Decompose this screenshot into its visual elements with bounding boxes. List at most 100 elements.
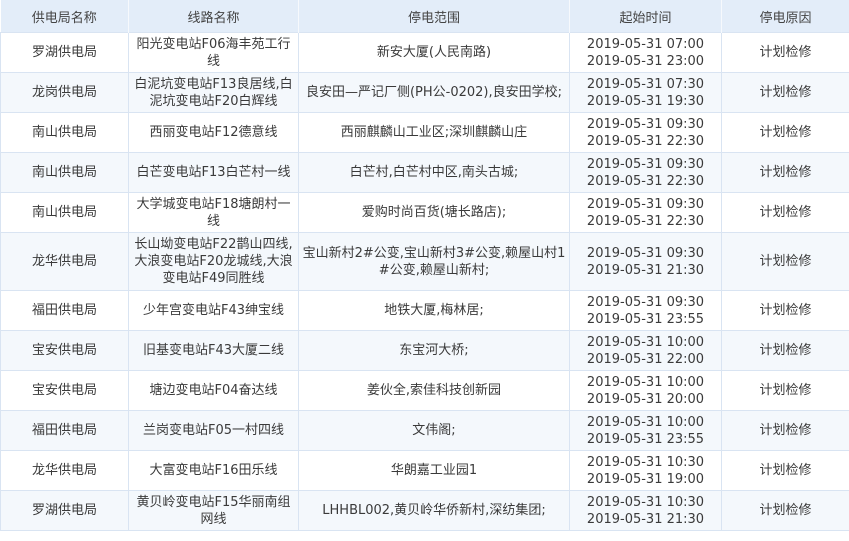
cell-line: 塘边变电站F04奋达线 (128, 370, 299, 411)
end-time: 2019-05-31 23:55 (586, 311, 705, 327)
start-time: 2019-05-31 10:30 (586, 454, 705, 470)
cell-scope: 新安大厦(人民南路) (298, 32, 570, 73)
cell-reason: 计划检修 (721, 410, 849, 451)
end-time: 2019-05-31 22:00 (586, 351, 705, 367)
cell-scope: 良安田—严记厂侧(PH公-0202),良安田学校; (298, 72, 570, 113)
start-time: 2019-05-31 10:30 (586, 494, 705, 510)
header-scope[interactable]: 停电范围 (298, 0, 570, 33)
end-time: 2019-05-31 23:00 (586, 53, 705, 69)
table-row: 南山供电局 白芒变电站F13白芒村一线 白芒村,白芒村中区,南头古城; 2019… (0, 152, 849, 193)
cell-bureau: 福田供电局 (0, 410, 129, 451)
end-time: 2019-05-31 21:30 (586, 262, 705, 278)
cell-line: 长山坳变电站F22鹊山四线,大浪变电站F20龙城线,大浪变电站F49同胜线 (128, 232, 299, 291)
cell-reason: 计划检修 (721, 370, 849, 411)
cell-bureau: 龙岗供电局 (0, 72, 129, 113)
table-row: 福田供电局 兰岗变电站F05一村四线 文伟阁; 2019-05-31 10:00… (0, 410, 849, 451)
cell-time: 2019-05-31 10:00 2019-05-31 22:00 (569, 330, 722, 371)
end-time: 2019-05-31 22:30 (586, 213, 705, 229)
cell-bureau: 罗湖供电局 (0, 490, 129, 531)
cell-reason: 计划检修 (721, 152, 849, 193)
cell-reason: 计划检修 (721, 290, 849, 331)
cell-line: 少年宫变电站F43绅宝线 (128, 290, 299, 331)
table-row: 罗湖供电局 黄贝岭变电站F15华丽南组网线 LHHBL002,黄贝岭华侨新村,深… (0, 490, 849, 531)
header-row: 供电局名称 线路名称 停电范围 起始时间 停电原因 (0, 0, 849, 33)
end-time: 2019-05-31 20:00 (586, 391, 705, 407)
cell-bureau: 龙华供电局 (0, 450, 129, 491)
header-start-time[interactable]: 起始时间 (569, 0, 722, 33)
cell-line: 黄贝岭变电站F15华丽南组网线 (128, 490, 299, 531)
cell-bureau: 南山供电局 (0, 152, 129, 193)
start-time: 2019-05-31 10:00 (586, 334, 705, 350)
cell-bureau: 南山供电局 (0, 112, 129, 153)
start-time: 2019-05-31 09:30 (586, 245, 705, 261)
cell-reason: 计划检修 (721, 32, 849, 73)
header-reason[interactable]: 停电原因 (721, 0, 849, 33)
cell-reason: 计划检修 (721, 232, 849, 291)
cell-reason: 计划检修 (721, 490, 849, 531)
start-time: 2019-05-31 09:30 (586, 116, 705, 132)
cell-scope: 白芒村,白芒村中区,南头古城; (298, 152, 570, 193)
cell-line: 西丽变电站F12德意线 (128, 112, 299, 153)
end-time: 2019-05-31 22:30 (586, 133, 705, 149)
cell-line: 大富变电站F16田乐线 (128, 450, 299, 491)
start-time: 2019-05-31 07:00 (586, 36, 705, 52)
table-body: 罗湖供电局 阳光变电站F06海丰苑工行线 新安大厦(人民南路) 2019-05-… (0, 32, 849, 531)
table-row: 南山供电局 西丽变电站F12德意线 西丽麒麟山工业区;深圳麒麟山庄 2019-0… (0, 112, 849, 153)
cell-line: 旧基变电站F43大厦二线 (128, 330, 299, 371)
cell-time: 2019-05-31 09:30 2019-05-31 22:30 (569, 152, 722, 193)
cell-scope: 宝山新村2#公变,宝山新村3#公变,赖屋山村1#公变,赖屋山新村; (298, 232, 570, 291)
cell-time: 2019-05-31 10:00 2019-05-31 23:55 (569, 410, 722, 451)
cell-line: 白芒变电站F13白芒村一线 (128, 152, 299, 193)
table-row: 福田供电局 少年宫变电站F43绅宝线 地铁大厦,梅林居; 2019-05-31 … (0, 290, 849, 331)
start-time: 2019-05-31 10:00 (586, 374, 705, 390)
table-row: 南山供电局 大学城变电站F18塘朗村一线 爱购时尚百货(塘长路店); 2019-… (0, 192, 849, 233)
cell-scope: 华朗嘉工业园1 (298, 450, 570, 491)
cell-reason: 计划检修 (721, 112, 849, 153)
end-time: 2019-05-31 21:30 (586, 511, 705, 527)
cell-time: 2019-05-31 09:30 2019-05-31 23:55 (569, 290, 722, 331)
cell-line: 白泥坑变电站F13良居线,白泥坑变电站F20白辉线 (128, 72, 299, 113)
cell-time: 2019-05-31 10:30 2019-05-31 21:30 (569, 490, 722, 531)
cell-bureau: 福田供电局 (0, 290, 129, 331)
cell-scope: 西丽麒麟山工业区;深圳麒麟山庄 (298, 112, 570, 153)
start-time: 2019-05-31 07:30 (586, 76, 705, 92)
cell-reason: 计划检修 (721, 330, 849, 371)
cell-time: 2019-05-31 09:30 2019-05-31 22:30 (569, 112, 722, 153)
cell-scope: 姜伙全,索佳科技创新园 (298, 370, 570, 411)
cell-scope: 地铁大厦,梅林居; (298, 290, 570, 331)
end-time: 2019-05-31 19:00 (586, 471, 705, 487)
cell-bureau: 龙华供电局 (0, 232, 129, 291)
start-time: 2019-05-31 09:30 (586, 294, 705, 310)
cell-scope: 文伟阁; (298, 410, 570, 451)
start-time: 2019-05-31 10:00 (586, 414, 705, 430)
cell-scope: 东宝河大桥; (298, 330, 570, 371)
cell-bureau: 南山供电局 (0, 192, 129, 233)
end-time: 2019-05-31 19:30 (586, 93, 705, 109)
cell-time: 2019-05-31 10:30 2019-05-31 19:00 (569, 450, 722, 491)
table-row: 罗湖供电局 阳光变电站F06海丰苑工行线 新安大厦(人民南路) 2019-05-… (0, 32, 849, 73)
header-line[interactable]: 线路名称 (128, 0, 299, 33)
table-header: 供电局名称 线路名称 停电范围 起始时间 停电原因 (0, 0, 849, 33)
cell-time: 2019-05-31 09:30 2019-05-31 22:30 (569, 192, 722, 233)
table-row: 龙岗供电局 白泥坑变电站F13良居线,白泥坑变电站F20白辉线 良安田—严记厂侧… (0, 72, 849, 113)
start-time: 2019-05-31 09:30 (586, 156, 705, 172)
cell-reason: 计划检修 (721, 192, 849, 233)
cell-time: 2019-05-31 07:30 2019-05-31 19:30 (569, 72, 722, 113)
cell-time: 2019-05-31 09:30 2019-05-31 21:30 (569, 232, 722, 291)
cell-scope: 爱购时尚百货(塘长路店); (298, 192, 570, 233)
table-row: 宝安供电局 塘边变电站F04奋达线 姜伙全,索佳科技创新园 2019-05-31… (0, 370, 849, 411)
cell-time: 2019-05-31 07:00 2019-05-31 23:00 (569, 32, 722, 73)
cell-line: 兰岗变电站F05一村四线 (128, 410, 299, 451)
cell-scope: LHHBL002,黄贝岭华侨新村,深纺集团; (298, 490, 570, 531)
header-bureau[interactable]: 供电局名称 (0, 0, 129, 33)
cell-bureau: 宝安供电局 (0, 330, 129, 371)
start-time: 2019-05-31 09:30 (586, 196, 705, 212)
end-time: 2019-05-31 23:55 (586, 431, 705, 447)
table-row: 龙华供电局 长山坳变电站F22鹊山四线,大浪变电站F20龙城线,大浪变电站F49… (0, 232, 849, 291)
table-row: 宝安供电局 旧基变电站F43大厦二线 东宝河大桥; 2019-05-31 10:… (0, 330, 849, 371)
outage-table: 供电局名称 线路名称 停电范围 起始时间 停电原因 罗湖供电局 阳光变电站F06… (0, 0, 849, 531)
cell-line: 阳光变电站F06海丰苑工行线 (128, 32, 299, 73)
cell-reason: 计划检修 (721, 450, 849, 491)
cell-line: 大学城变电站F18塘朗村一线 (128, 192, 299, 233)
cell-reason: 计划检修 (721, 72, 849, 113)
